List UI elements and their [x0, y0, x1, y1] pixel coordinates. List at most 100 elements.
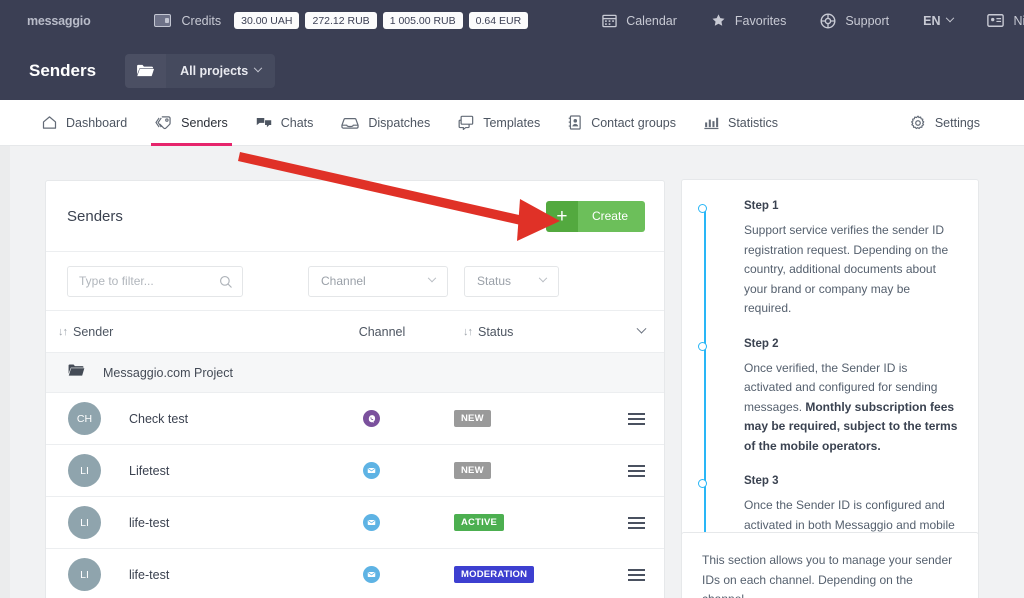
- sort-updown-icon: ↓↑: [463, 325, 473, 338]
- nav-item-statistics-label: Statistics: [727, 115, 778, 130]
- table-row[interactable]: LI Lifetest NEW: [46, 445, 664, 497]
- step-1-heading: Step 1: [744, 200, 779, 212]
- sms-icon: [363, 462, 380, 479]
- top-nav-favorites[interactable]: Favorites: [711, 13, 786, 28]
- column-header-status[interactable]: ↓↑ Status: [463, 325, 513, 339]
- senders-panel-header: Senders + Create: [46, 181, 664, 252]
- sender-name: Check test: [129, 411, 189, 426]
- project-picker[interactable]: All projects: [125, 53, 276, 88]
- sender-name: life-test: [129, 515, 170, 530]
- nav-item-statistics[interactable]: Statistics: [704, 100, 778, 146]
- step-3-heading: Step 3: [744, 475, 779, 487]
- credits-section: Credits 30.00 UAH 272.12 RUB 1 005.00 RU…: [153, 11, 535, 30]
- sender-name: Lifetest: [129, 463, 170, 478]
- table-row[interactable]: LI life-test ACTIVE: [46, 497, 664, 549]
- chevron-down-icon: [253, 63, 263, 72]
- folder-icon: [68, 363, 85, 382]
- top-nav-support[interactable]: Support: [820, 12, 890, 29]
- step-2-body: Once verified, the Sender ID is activate…: [744, 359, 958, 457]
- status-badge: NEW: [454, 462, 491, 479]
- logo-text: messaggio: [27, 13, 91, 28]
- filter-input-wrapper[interactable]: [67, 265, 243, 297]
- step-1: Step 1 Support service verifies the send…: [698, 200, 958, 319]
- avatar: LI: [68, 454, 101, 487]
- main-nav: Dashboard Senders Chats Dispatches Templ…: [0, 100, 1024, 146]
- table-group-row[interactable]: Messaggio.com Project: [46, 353, 664, 393]
- step-2: Step 2 Once verified, the Sender ID is a…: [698, 338, 958, 457]
- table-row[interactable]: CH Check test NEW: [46, 393, 664, 445]
- channel-cell: [319, 462, 424, 479]
- channel-cell: [319, 410, 424, 427]
- language-selector[interactable]: EN: [923, 13, 955, 28]
- nav-item-settings[interactable]: Settings: [910, 100, 980, 146]
- nav-item-templates-label: Templates: [483, 115, 541, 130]
- table-header-row: ↓↑ Sender Channel ↓↑ Status: [46, 311, 664, 353]
- column-header-channel-label: Channel: [358, 324, 406, 339]
- step-marker-icon: [698, 341, 707, 351]
- table-group-name: Messaggio.com Project: [103, 365, 233, 380]
- status-cell: NEW: [454, 462, 582, 479]
- nav-item-contact-groups[interactable]: Contact groups: [568, 100, 676, 146]
- viber-icon: [363, 410, 380, 427]
- contacts-icon: [568, 115, 582, 130]
- credit-chip-uah[interactable]: 30.00 UAH: [234, 11, 300, 30]
- hamburger-menu-icon[interactable]: [628, 516, 645, 529]
- senders-panel-title: Senders: [67, 207, 123, 225]
- page-root: messaggio Credits 30.00 UAH 272.12 RUB 1…: [0, 0, 1024, 598]
- top-nav-support-label: Support: [845, 13, 890, 28]
- create-button-label: Create: [577, 200, 645, 232]
- user-name-label: Nikita Ilin: [1013, 13, 1024, 28]
- tag-icon: [155, 115, 172, 130]
- credit-chip-rub-2[interactable]: 1 005.00 RUB: [382, 11, 463, 30]
- top-nav-calendar[interactable]: Calendar: [602, 13, 677, 28]
- chevron-down-icon: [538, 273, 548, 283]
- step-marker-icon: [698, 479, 707, 488]
- top-nav: Calendar Favorites Support EN N: [602, 12, 1024, 29]
- app-logo[interactable]: messaggio: [27, 13, 91, 29]
- collapse-all-chevron-down-icon[interactable]: [636, 323, 647, 334]
- page-title: Senders: [29, 60, 97, 80]
- column-header-channel: Channel: [331, 325, 433, 339]
- channel-cell: [319, 566, 424, 583]
- user-menu[interactable]: Nikita Ilin: [987, 14, 1024, 28]
- nav-item-templates[interactable]: Templates: [458, 100, 540, 146]
- nav-item-senders-label: Senders: [181, 115, 228, 130]
- status-badge: MODERATION: [454, 566, 535, 583]
- step-1-body: Support service verifies the sender ID r…: [744, 223, 949, 315]
- nav-item-dashboard[interactable]: Dashboard: [42, 100, 127, 146]
- nav-item-dispatches-label: Dispatches: [368, 115, 431, 130]
- left-gutter: [0, 146, 10, 598]
- id-card-icon: [987, 14, 1005, 27]
- hamburger-menu-icon[interactable]: [628, 412, 645, 425]
- sender-name: life-test: [129, 567, 170, 582]
- language-label: EN: [923, 13, 941, 28]
- create-button[interactable]: + Create: [545, 200, 645, 232]
- hamburger-menu-icon[interactable]: [628, 464, 645, 477]
- copy-icon: [458, 115, 474, 130]
- plus-icon: +: [545, 200, 578, 232]
- credit-chip-eur[interactable]: 0.64 EUR: [468, 11, 529, 30]
- calendar-icon: [602, 13, 617, 28]
- table-row[interactable]: LI life-test MODERATION: [46, 549, 664, 598]
- channel-filter-select[interactable]: Channel: [308, 265, 448, 297]
- credit-chip-rub-1[interactable]: 272.12 RUB: [305, 11, 377, 30]
- inbox-icon: [341, 116, 360, 130]
- channel-filter-label: Channel: [321, 274, 366, 288]
- hamburger-menu-icon[interactable]: [628, 568, 645, 581]
- column-header-sender[interactable]: ↓↑ Sender: [58, 325, 331, 339]
- avatar: LI: [68, 558, 101, 591]
- status-filter-select[interactable]: Status: [464, 265, 559, 297]
- nav-item-chats[interactable]: Chats: [256, 100, 314, 146]
- sms-icon: [363, 514, 380, 531]
- nav-item-dispatches[interactable]: Dispatches: [341, 100, 430, 146]
- nav-item-senders[interactable]: Senders: [151, 100, 232, 146]
- wallet-icon: [153, 14, 171, 27]
- page-subheader: Senders All projects: [0, 41, 1024, 100]
- status-cell: ACTIVE: [454, 514, 582, 531]
- nav-item-chats-label: Chats: [280, 115, 314, 130]
- status-badge: ACTIVE: [454, 514, 505, 531]
- folder-open-icon: [125, 53, 167, 88]
- chevron-down-icon: [946, 13, 955, 22]
- search-input[interactable]: [68, 266, 242, 296]
- nav-item-contact-groups-label: Contact groups: [591, 115, 676, 130]
